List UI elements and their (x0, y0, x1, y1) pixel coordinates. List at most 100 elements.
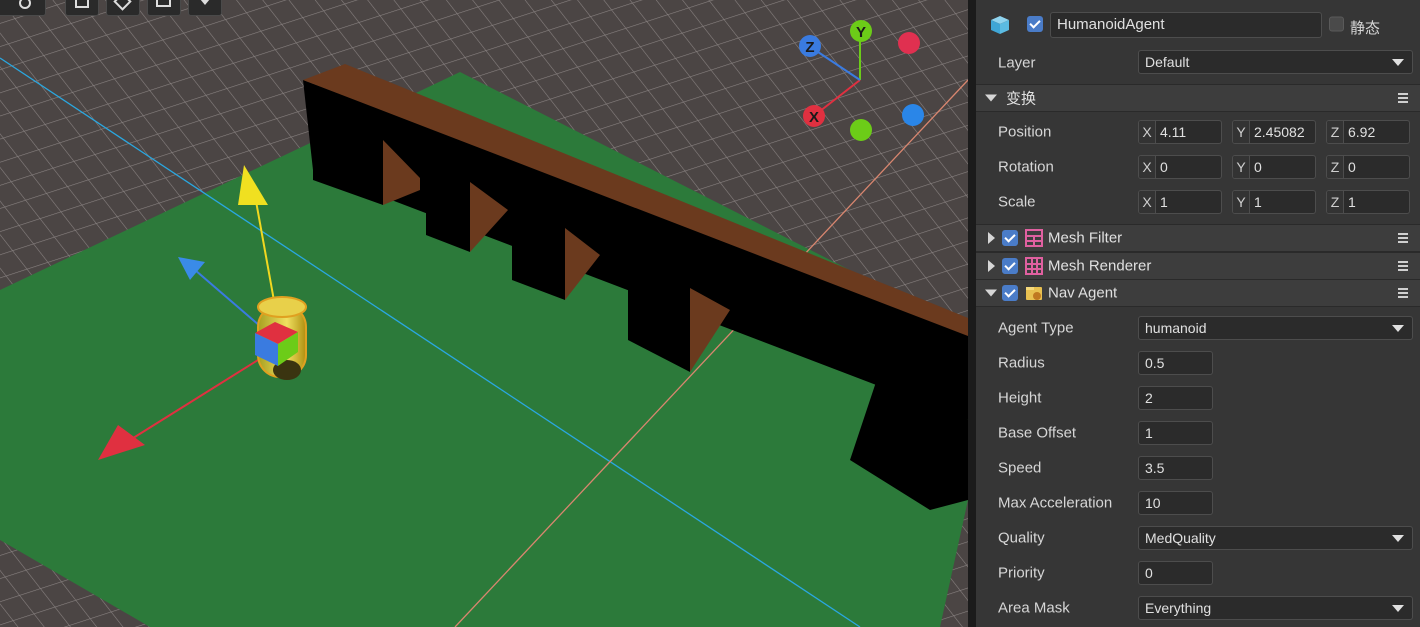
priority-row: Priority 0 (976, 556, 1420, 590)
chevron-down-icon (1392, 605, 1404, 612)
layer-label: Layer (998, 54, 1036, 72)
dropdown-button[interactable] (188, 0, 222, 16)
expand-arrow-icon[interactable] (988, 260, 995, 272)
toolbar-button-partial[interactable] (0, 0, 46, 16)
priority-input[interactable]: 0 (1138, 561, 1213, 585)
mesh-filter-title: Mesh Filter (1048, 229, 1123, 247)
mesh-filter-enabled-checkbox[interactable] (1002, 230, 1018, 246)
height-row: Height 2 (976, 381, 1420, 415)
pencil-icon (75, 0, 89, 8)
3d-view-button[interactable] (106, 0, 140, 16)
mesh-renderer-icon (1025, 257, 1043, 275)
position-z-field[interactable]: Z 6.92 (1326, 120, 1410, 144)
camera-icon (156, 0, 171, 7)
svg-text:Y: Y (856, 24, 866, 41)
nav-agent-icon (1026, 287, 1042, 300)
base-offset-label: Base Offset (998, 424, 1077, 442)
object-header: HumanoidAgent 静态 (976, 0, 1420, 48)
edit-mode-button[interactable] (65, 0, 99, 16)
height-label: Height (998, 389, 1042, 407)
collapse-arrow-icon[interactable] (985, 94, 997, 102)
inspector-panel: HumanoidAgent 静态 Layer Default 变换 Positi… (976, 0, 1420, 627)
orient-x-handle[interactable]: X (803, 105, 825, 127)
quality-dropdown[interactable]: MedQuality (1138, 526, 1413, 550)
orient-neg-z-handle[interactable] (902, 104, 924, 126)
chevron-down-icon (200, 0, 210, 5)
mesh-renderer-section-header[interactable]: Mesh Renderer (976, 252, 1420, 280)
rotation-x-field[interactable]: X0 (1138, 155, 1222, 179)
nav-agent-enabled-checkbox[interactable] (1002, 285, 1018, 301)
priority-label: Priority (998, 564, 1045, 582)
mesh-filter-section-header[interactable]: Mesh Filter (976, 224, 1420, 252)
svg-text:X: X (809, 109, 819, 126)
object-name-input[interactable]: HumanoidAgent (1050, 12, 1322, 38)
radius-label: Radius (998, 354, 1045, 372)
mesh-renderer-enabled-checkbox[interactable] (1002, 258, 1018, 274)
max-acceleration-input[interactable]: 10 (1138, 491, 1213, 515)
area-mask-row: Area Mask Everything (976, 591, 1420, 625)
area-mask-dropdown[interactable]: Everything (1138, 596, 1413, 620)
globe-icon (19, 0, 31, 9)
radius-row: Radius 0.5 (976, 346, 1420, 380)
menu-icon[interactable] (1398, 288, 1408, 298)
layer-row: Layer Default (976, 48, 1420, 78)
chevron-down-icon (1392, 325, 1404, 332)
collapse-arrow-icon[interactable] (985, 289, 997, 297)
cube-icon (991, 16, 1009, 34)
static-label: 静态 (1350, 20, 1381, 37)
rotation-z-field[interactable]: Z0 (1326, 155, 1410, 179)
agent-type-dropdown[interactable]: humanoid (1138, 316, 1413, 340)
panel-divider[interactable] (968, 0, 976, 627)
orient-neg-x-handle[interactable] (898, 32, 920, 54)
quality-row: Quality MedQuality (976, 521, 1420, 555)
position-label: Position (998, 123, 1052, 141)
scale-y-field[interactable]: Y1 (1232, 190, 1316, 214)
cube-outline-icon (113, 0, 132, 11)
speed-row: Speed 3.5 (976, 451, 1420, 485)
position-x-field[interactable]: X 4.11 (1138, 120, 1222, 144)
scene-viewport[interactable]: Y Z X (0, 0, 968, 627)
area-mask-label: Area Mask (998, 599, 1070, 617)
rotation-y-field[interactable]: Y0 (1232, 155, 1316, 179)
height-input[interactable]: 2 (1138, 386, 1213, 410)
svg-text:Z: Z (805, 39, 814, 56)
nav-agent-section-header[interactable]: Nav Agent (976, 279, 1420, 307)
base-offset-input[interactable]: 1 (1138, 421, 1213, 445)
agent-type-label: Agent Type (998, 319, 1074, 337)
speed-label: Speed (998, 459, 1042, 477)
position-y-field[interactable]: Y 2.45082 (1232, 120, 1316, 144)
menu-icon[interactable] (1398, 261, 1408, 271)
transform-section-header[interactable]: 变换 (976, 84, 1420, 112)
mesh-renderer-title: Mesh Renderer (1048, 257, 1152, 275)
position-row: Position X 4.11 Y 2.45082 Z 6.92 (976, 115, 1420, 149)
menu-icon[interactable] (1398, 233, 1408, 243)
static-checkbox[interactable] (1329, 16, 1344, 32)
speed-input[interactable]: 3.5 (1138, 456, 1213, 480)
chevron-down-icon (1392, 59, 1404, 66)
chevron-down-icon (1392, 535, 1404, 542)
agent-type-row: Agent Type humanoid (976, 311, 1420, 345)
scale-row: Scale X1 Y1 Z1 (976, 185, 1420, 219)
orient-z-handle[interactable]: Z (799, 35, 821, 57)
transform-title: 变换 (1006, 90, 1037, 108)
max-acceleration-row: Max Acceleration 10 (976, 486, 1420, 520)
orient-neg-y-handle[interactable] (850, 119, 872, 141)
expand-arrow-icon[interactable] (988, 232, 995, 244)
scale-x-field[interactable]: X1 (1138, 190, 1222, 214)
layer-dropdown[interactable]: Default (1138, 50, 1413, 74)
scene-canvas[interactable]: Y Z X (0, 0, 968, 627)
camera-button[interactable] (147, 0, 181, 16)
object-active-checkbox[interactable] (1027, 16, 1043, 32)
rotation-label: Rotation (998, 158, 1054, 176)
scale-z-field[interactable]: Z1 (1326, 190, 1410, 214)
rotation-row: Rotation X0 Y0 Z0 (976, 150, 1420, 184)
mesh-filter-icon (1025, 229, 1043, 247)
humanoid-agent-object[interactable] (255, 296, 307, 380)
base-offset-row: Base Offset 1 (976, 416, 1420, 450)
orient-y-handle[interactable]: Y (850, 20, 872, 42)
nav-agent-title: Nav Agent (1048, 284, 1118, 302)
max-acceleration-label: Max Acceleration (998, 494, 1113, 512)
menu-icon[interactable] (1398, 93, 1408, 103)
scale-label: Scale (998, 193, 1036, 211)
radius-input[interactable]: 0.5 (1138, 351, 1213, 375)
